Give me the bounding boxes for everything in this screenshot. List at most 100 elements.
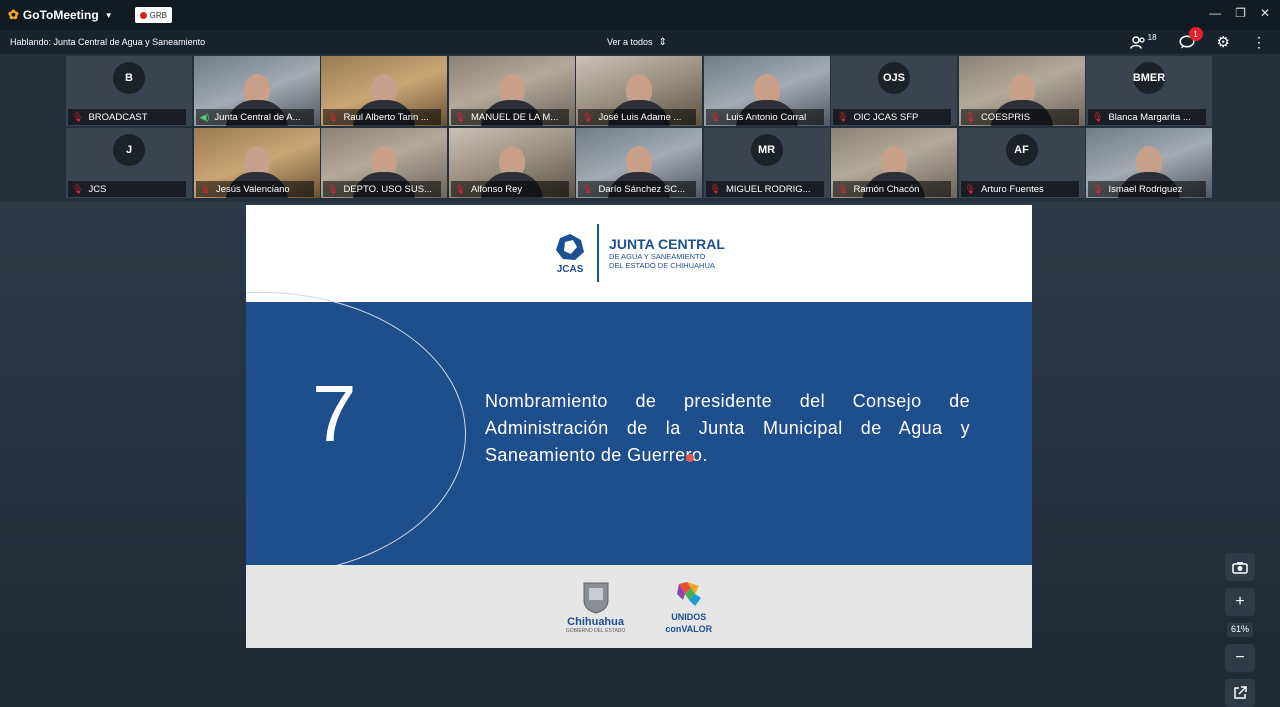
mic-muted-icon: 🎙	[964, 111, 976, 122]
participant-namebar: 🎙 BROADCAST	[68, 109, 186, 125]
participant-tile[interactable]: B 🎙 BROADCAST	[66, 56, 192, 126]
mic-muted-icon: 🎙	[327, 183, 339, 194]
participant-avatar: AF	[1005, 134, 1038, 166]
popout-button[interactable]	[1225, 679, 1255, 707]
participant-tile[interactable]: AF 🎙 Arturo Fuentes	[958, 128, 1085, 198]
participant-name: BROADCAST	[88, 111, 148, 123]
participant-namebar: 🎙 JCS	[68, 181, 186, 197]
chat-button[interactable]: 1	[1178, 27, 1203, 49]
jcas-logo: JCAS	[553, 232, 587, 275]
chihuahua-label: Chihuahua	[567, 615, 624, 628]
participant-name: JCS	[88, 183, 107, 195]
speaking-indicator: Hablando: Junta Central de Agua y Saneam…	[10, 37, 206, 47]
title-bar: ✿ GoToMeeting ▼ GRB — ❐ ✕	[0, 0, 1280, 30]
record-icon	[139, 11, 147, 19]
participant-namebar: 🎙 OIC JCAS SFP	[833, 109, 951, 125]
pointer-cursor	[686, 454, 694, 462]
speaker-active-icon: ◀)	[199, 111, 210, 122]
participant-tile[interactable]: 🎙 MANUEL DE LA M...	[448, 56, 575, 126]
slide-content-band: 7 Nombramiento de presidente del Consejo…	[246, 292, 1032, 576]
org-title: JUNTA CENTRAL	[609, 236, 725, 252]
participant-tile[interactable]: 🎙 Alfonso Rey	[448, 128, 575, 198]
participants-count: 18	[1147, 32, 1157, 42]
state-map-icon	[676, 581, 701, 606]
mic-muted-icon: 🎙	[964, 183, 976, 194]
participant-tile[interactable]: 🎙 José Luis Adame ...	[576, 56, 702, 126]
mic-muted-icon: 🎙	[837, 183, 849, 194]
chat-badge: 1	[1188, 27, 1203, 41]
participant-namebar: 🎙 Ramón Chacón	[833, 181, 951, 197]
coat-of-arms-icon	[583, 582, 609, 614]
participant-tile[interactable]: 🎙 Jesús Valenciano	[193, 128, 320, 198]
participant-name: José Luis Adame ...	[598, 111, 682, 123]
mic-muted-icon: 🎙	[327, 111, 339, 122]
participant-tile[interactable]: 🎙 Luis Antonio Corral	[703, 56, 830, 126]
participant-tile[interactable]: ◀) Junta Central de A...	[193, 56, 320, 126]
mic-muted-icon: 🎙	[582, 183, 594, 194]
app-name: GoToMeeting	[22, 8, 99, 22]
participant-namebar: 🎙 COESPRIS	[960, 109, 1079, 125]
zoom-out-button[interactable]: −	[1225, 644, 1255, 672]
jcas-abbr: JCAS	[556, 263, 584, 275]
mic-muted-icon: 🎙	[454, 183, 466, 194]
participant-avatar: MR	[750, 134, 783, 166]
zoom-level: 61%	[1226, 623, 1253, 637]
participant-tile[interactable]: 🎙 Darío Sánchez SC...	[576, 128, 702, 198]
participant-namebar: 🎙 Alfonso Rey	[450, 181, 569, 197]
participant-tile[interactable]: J 🎙 JCS	[66, 128, 192, 198]
participant-namebar: 🎙 Arturo Fuentes	[960, 181, 1079, 197]
participant-avatar: J	[113, 134, 145, 166]
settings-button[interactable]: ⚙	[1217, 33, 1230, 51]
participant-namebar: 🎙 MANUEL DE LA M...	[450, 109, 569, 125]
participant-name: OIC JCAS SFP	[853, 111, 919, 123]
recording-badge: GRB	[134, 7, 172, 23]
participant-tile[interactable]: BMER 🎙 Blanca Margarita ...	[1086, 56, 1212, 126]
participant-namebar: ◀) Junta Central de A...	[195, 109, 314, 125]
participant-tile[interactable]: MR 🎙 MIGUEL RODRIG...	[703, 128, 830, 198]
participant-avatar: BMER	[1133, 62, 1165, 94]
chevron-down-icon: ▼	[104, 10, 113, 20]
participant-name: Darío Sánchez SC...	[598, 183, 686, 195]
zoom-controls: + 61% −	[1222, 553, 1258, 707]
participant-name: Arturo Fuentes	[980, 183, 1044, 195]
participant-tile[interactable]: 🎙 Ismael Rodriguez	[1086, 128, 1212, 198]
screenshot-button[interactable]	[1225, 553, 1255, 581]
participant-tile[interactable]: 🎙 COESPRIS	[958, 56, 1085, 126]
participant-namebar: 🎙 Ismael Rodriguez	[1088, 181, 1206, 197]
participant-namebar: 🎙 MIGUEL RODRIG...	[705, 181, 824, 197]
chihuahua-sublabel: GOBIERNO DEL ESTADO	[565, 627, 626, 634]
mic-muted-icon: 🎙	[837, 111, 849, 122]
participant-namebar: 🎙 DEPTO. USO SUS...	[323, 181, 441, 197]
divider	[597, 224, 600, 282]
mic-muted-icon: 🎙	[1092, 183, 1104, 194]
view-all-dropdown[interactable]: Ver a todos ⇕	[607, 37, 667, 48]
participant-name: Ismael Rodriguez	[1108, 183, 1183, 195]
unidos-logo: UNIDOS conVALOR	[665, 580, 712, 634]
participant-name: MANUEL DE LA M...	[470, 111, 559, 123]
more-options-button[interactable]: ⋮	[1252, 34, 1266, 51]
screen-share-stage: JCAS JUNTA CENTRAL DE AGUA Y SANEAMIENTO…	[0, 202, 1280, 707]
participants-button[interactable]: 18	[1129, 32, 1157, 49]
mic-muted-icon: 🎙	[72, 183, 84, 194]
participant-tile[interactable]: OJS 🎙 OIC JCAS SFP	[831, 56, 957, 126]
participant-tile[interactable]: 🎙 DEPTO. USO SUS...	[321, 128, 447, 198]
minimize-icon[interactable]: —	[1209, 6, 1221, 20]
close-icon[interactable]: ✕	[1260, 6, 1270, 20]
participant-namebar: 🎙 Raul Alberto Tarin ...	[323, 109, 441, 125]
restore-icon[interactable]: ❐	[1235, 6, 1246, 20]
mic-muted-icon: 🎙	[709, 183, 721, 194]
participant-name: COESPRIS	[980, 111, 1031, 123]
mic-muted-icon: 🎙	[1092, 111, 1104, 122]
org-subtitle-2: DEL ESTADO DE CHIHUAHUA	[609, 261, 715, 270]
gotomeeting-logo-icon: ✿	[8, 7, 19, 22]
participant-name: Luis Antonio Corral	[725, 111, 807, 123]
participant-name: Raul Alberto Tarin ...	[343, 111, 429, 123]
participant-tile[interactable]: 🎙 Ramón Chacón	[831, 128, 957, 198]
updown-chevron-icon: ⇕	[658, 36, 667, 48]
zoom-in-button[interactable]: +	[1225, 588, 1255, 616]
mic-muted-icon: 🎙	[709, 111, 721, 122]
participant-tile[interactable]: 🎙 Raul Alberto Tarin ...	[321, 56, 447, 126]
convalor-label: conVALOR	[665, 623, 713, 634]
app-menu[interactable]: ✿ GoToMeeting ▼	[8, 7, 113, 23]
participant-namebar: 🎙 Jesús Valenciano	[195, 181, 314, 197]
